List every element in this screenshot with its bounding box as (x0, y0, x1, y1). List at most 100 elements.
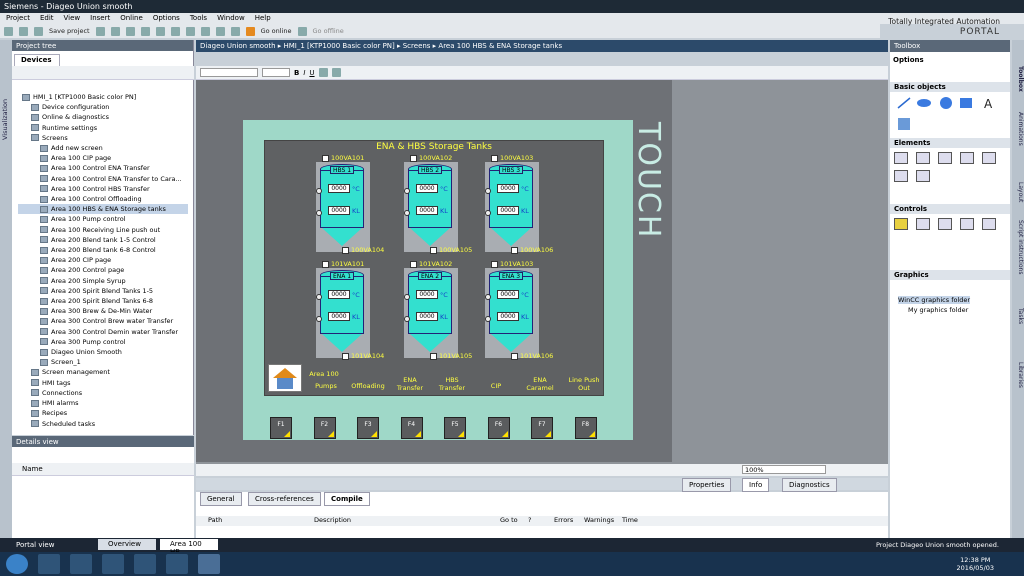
overview-tab[interactable]: Overview (98, 539, 156, 550)
tree-item[interactable]: Recipes (18, 408, 188, 418)
tree-item[interactable]: Area 200 CIP page (18, 255, 188, 265)
tree-item[interactable]: Area 200 Spirit Blend Tanks 1-5 (18, 286, 188, 296)
basic-objects-icons[interactable]: A (896, 96, 1006, 132)
home-button[interactable] (268, 364, 302, 392)
bold-icon[interactable]: B (294, 69, 299, 77)
temperature-field[interactable]: 0000 (328, 184, 350, 193)
app-taskbar-icon[interactable] (134, 554, 156, 574)
tree-item[interactable]: Area 200 Blend tank 6-8 Control (18, 245, 188, 255)
side-tab-toolbox[interactable]: Toolbox (1012, 66, 1024, 92)
tree-item[interactable]: Add new screen (18, 143, 188, 153)
hmi-nav-button[interactable]: HBS Transfer (432, 376, 472, 392)
italic-icon[interactable]: I (303, 69, 305, 77)
switch-icon[interactable] (916, 170, 930, 182)
section-basic-objects[interactable]: Basic objects (890, 82, 1010, 92)
menu-help[interactable]: Help (255, 14, 271, 23)
tab-compile[interactable]: Compile (324, 492, 370, 506)
font-size-select[interactable] (262, 68, 290, 77)
portal-view-button[interactable]: Portal view (16, 541, 54, 549)
volume-field[interactable]: 0000 (328, 206, 350, 215)
function-key[interactable]: F5 (444, 417, 466, 439)
tree-item[interactable]: Area 200 Blend tank 1-5 Control (18, 235, 188, 245)
inlet-valve[interactable]: 101VA103 (491, 260, 533, 268)
tree-item[interactable]: Area 300 Pump control (18, 337, 188, 347)
app2-taskbar-icon[interactable] (166, 554, 188, 574)
screen-editor-tab[interactable]: Area 100 HB... (160, 539, 218, 556)
my-graphics-folder[interactable]: My graphics folder (908, 306, 968, 314)
menu-tools[interactable]: Tools (190, 14, 207, 23)
side-tab-tasks[interactable]: Tasks (1012, 308, 1024, 324)
menu-view[interactable]: View (64, 14, 81, 23)
section-controls[interactable]: Controls (890, 204, 1010, 214)
wincc-graphics-folder[interactable]: WinCC graphics folder (898, 296, 971, 304)
save-icon[interactable] (34, 26, 43, 36)
hmi-nav-button[interactable]: ENA Transfer (390, 376, 430, 392)
tree-item[interactable]: HMI_1 [KTP1000 Basic color PN] (18, 92, 188, 102)
tree-item[interactable]: Area 100 Control HBS Transfer (18, 184, 188, 194)
tree-item[interactable]: Connections (18, 388, 188, 398)
new-project-icon[interactable] (4, 26, 13, 36)
go-online-button[interactable]: Go online (261, 27, 292, 35)
simulate-icon[interactable] (230, 26, 240, 36)
tree-item[interactable]: Area 100 HBS & ENA Storage tanks (18, 204, 188, 215)
tree-item[interactable]: Area 100 CIP page (18, 153, 188, 163)
menu-insert[interactable]: Insert (90, 14, 110, 23)
outlet-valve[interactable]: 100VA106 (511, 246, 553, 254)
menu-options[interactable]: Options (153, 14, 180, 23)
open-project-icon[interactable] (19, 26, 28, 36)
io-field-icon[interactable] (894, 152, 908, 164)
undo-icon[interactable] (170, 26, 180, 36)
redo-icon[interactable] (185, 26, 195, 36)
visualization-side-tab[interactable]: Visualization (0, 40, 12, 538)
clock[interactable]: 12:38 PM 2016/05/03 (957, 556, 994, 572)
outlet-valve[interactable]: 101VA106 (511, 352, 553, 360)
temperature-field[interactable]: 0000 (497, 184, 519, 193)
tree-item[interactable]: Area 100 Control ENA Transfer (18, 163, 188, 173)
section-elements[interactable]: Elements (890, 138, 1010, 148)
devices-tab[interactable]: Devices (14, 54, 60, 66)
storage-tank[interactable]: HBS 3 0000 °C 0000 KL (485, 162, 533, 250)
details-view-title[interactable]: Details view (12, 436, 194, 447)
recipe-view-icon[interactable] (960, 218, 974, 230)
side-tab-script[interactable]: Script instructions (1012, 220, 1024, 274)
tree-item[interactable]: Screen management (18, 367, 188, 377)
tree-item[interactable]: Area 100 Control ENA Transfer to Cara... (18, 174, 188, 184)
storage-tank[interactable]: ENA 3 0000 °C 0000 KL (485, 268, 533, 356)
save-project-button[interactable]: Save project (49, 27, 90, 35)
cut-icon[interactable] (110, 26, 120, 36)
inlet-valve[interactable]: 101VA101 (322, 260, 364, 268)
function-key[interactable]: F1 (270, 417, 292, 439)
volume-field[interactable]: 0000 (328, 312, 350, 321)
tree-item[interactable]: Area 200 Spirit Blend Tanks 6-8 (18, 296, 188, 306)
date-time-icon[interactable] (982, 152, 996, 164)
inlet-valve[interactable]: 101VA102 (410, 260, 452, 268)
tree-item[interactable]: Runtime settings (18, 123, 188, 133)
storage-tank[interactable]: HBS 1 0000 °C 0000 KL (316, 162, 364, 250)
compile-icon[interactable] (200, 26, 210, 36)
tree-item[interactable]: Area 100 Pump control (18, 214, 188, 224)
tree-item[interactable]: Area 200 Control page (18, 265, 188, 275)
side-tab-animations[interactable]: Animations (1012, 112, 1024, 146)
alarm-view-icon[interactable] (894, 218, 908, 230)
tree-item[interactable]: Area 100 Control Offloading (18, 194, 188, 204)
outlet-valve[interactable]: 100VA105 (430, 246, 472, 254)
inlet-valve[interactable]: 100VA102 (410, 154, 452, 162)
temperature-field[interactable]: 0000 (416, 290, 438, 299)
outlet-valve[interactable]: 100VA104 (342, 246, 384, 254)
function-key[interactable]: F6 (487, 417, 510, 439)
hmi-nav-button[interactable]: Offloading (348, 382, 388, 390)
function-key[interactable]: F2 (313, 417, 336, 439)
temperature-field[interactable]: 0000 (497, 290, 519, 299)
function-key[interactable]: F3 (357, 417, 379, 439)
zoom-select[interactable]: 100% (742, 465, 826, 474)
side-tab-layout[interactable]: Layout (1012, 182, 1024, 202)
tab-properties[interactable]: Properties (682, 478, 732, 492)
tree-item[interactable]: Device configuration (18, 102, 188, 112)
inlet-valve[interactable]: 100VA103 (491, 154, 533, 162)
copy-icon[interactable] (125, 26, 135, 36)
tab-diagnostics[interactable]: Diagnostics (782, 478, 837, 492)
trend-view-icon[interactable] (916, 218, 930, 230)
bar-icon[interactable] (894, 170, 908, 182)
temperature-field[interactable]: 0000 (416, 184, 438, 193)
download-icon[interactable] (215, 26, 225, 36)
